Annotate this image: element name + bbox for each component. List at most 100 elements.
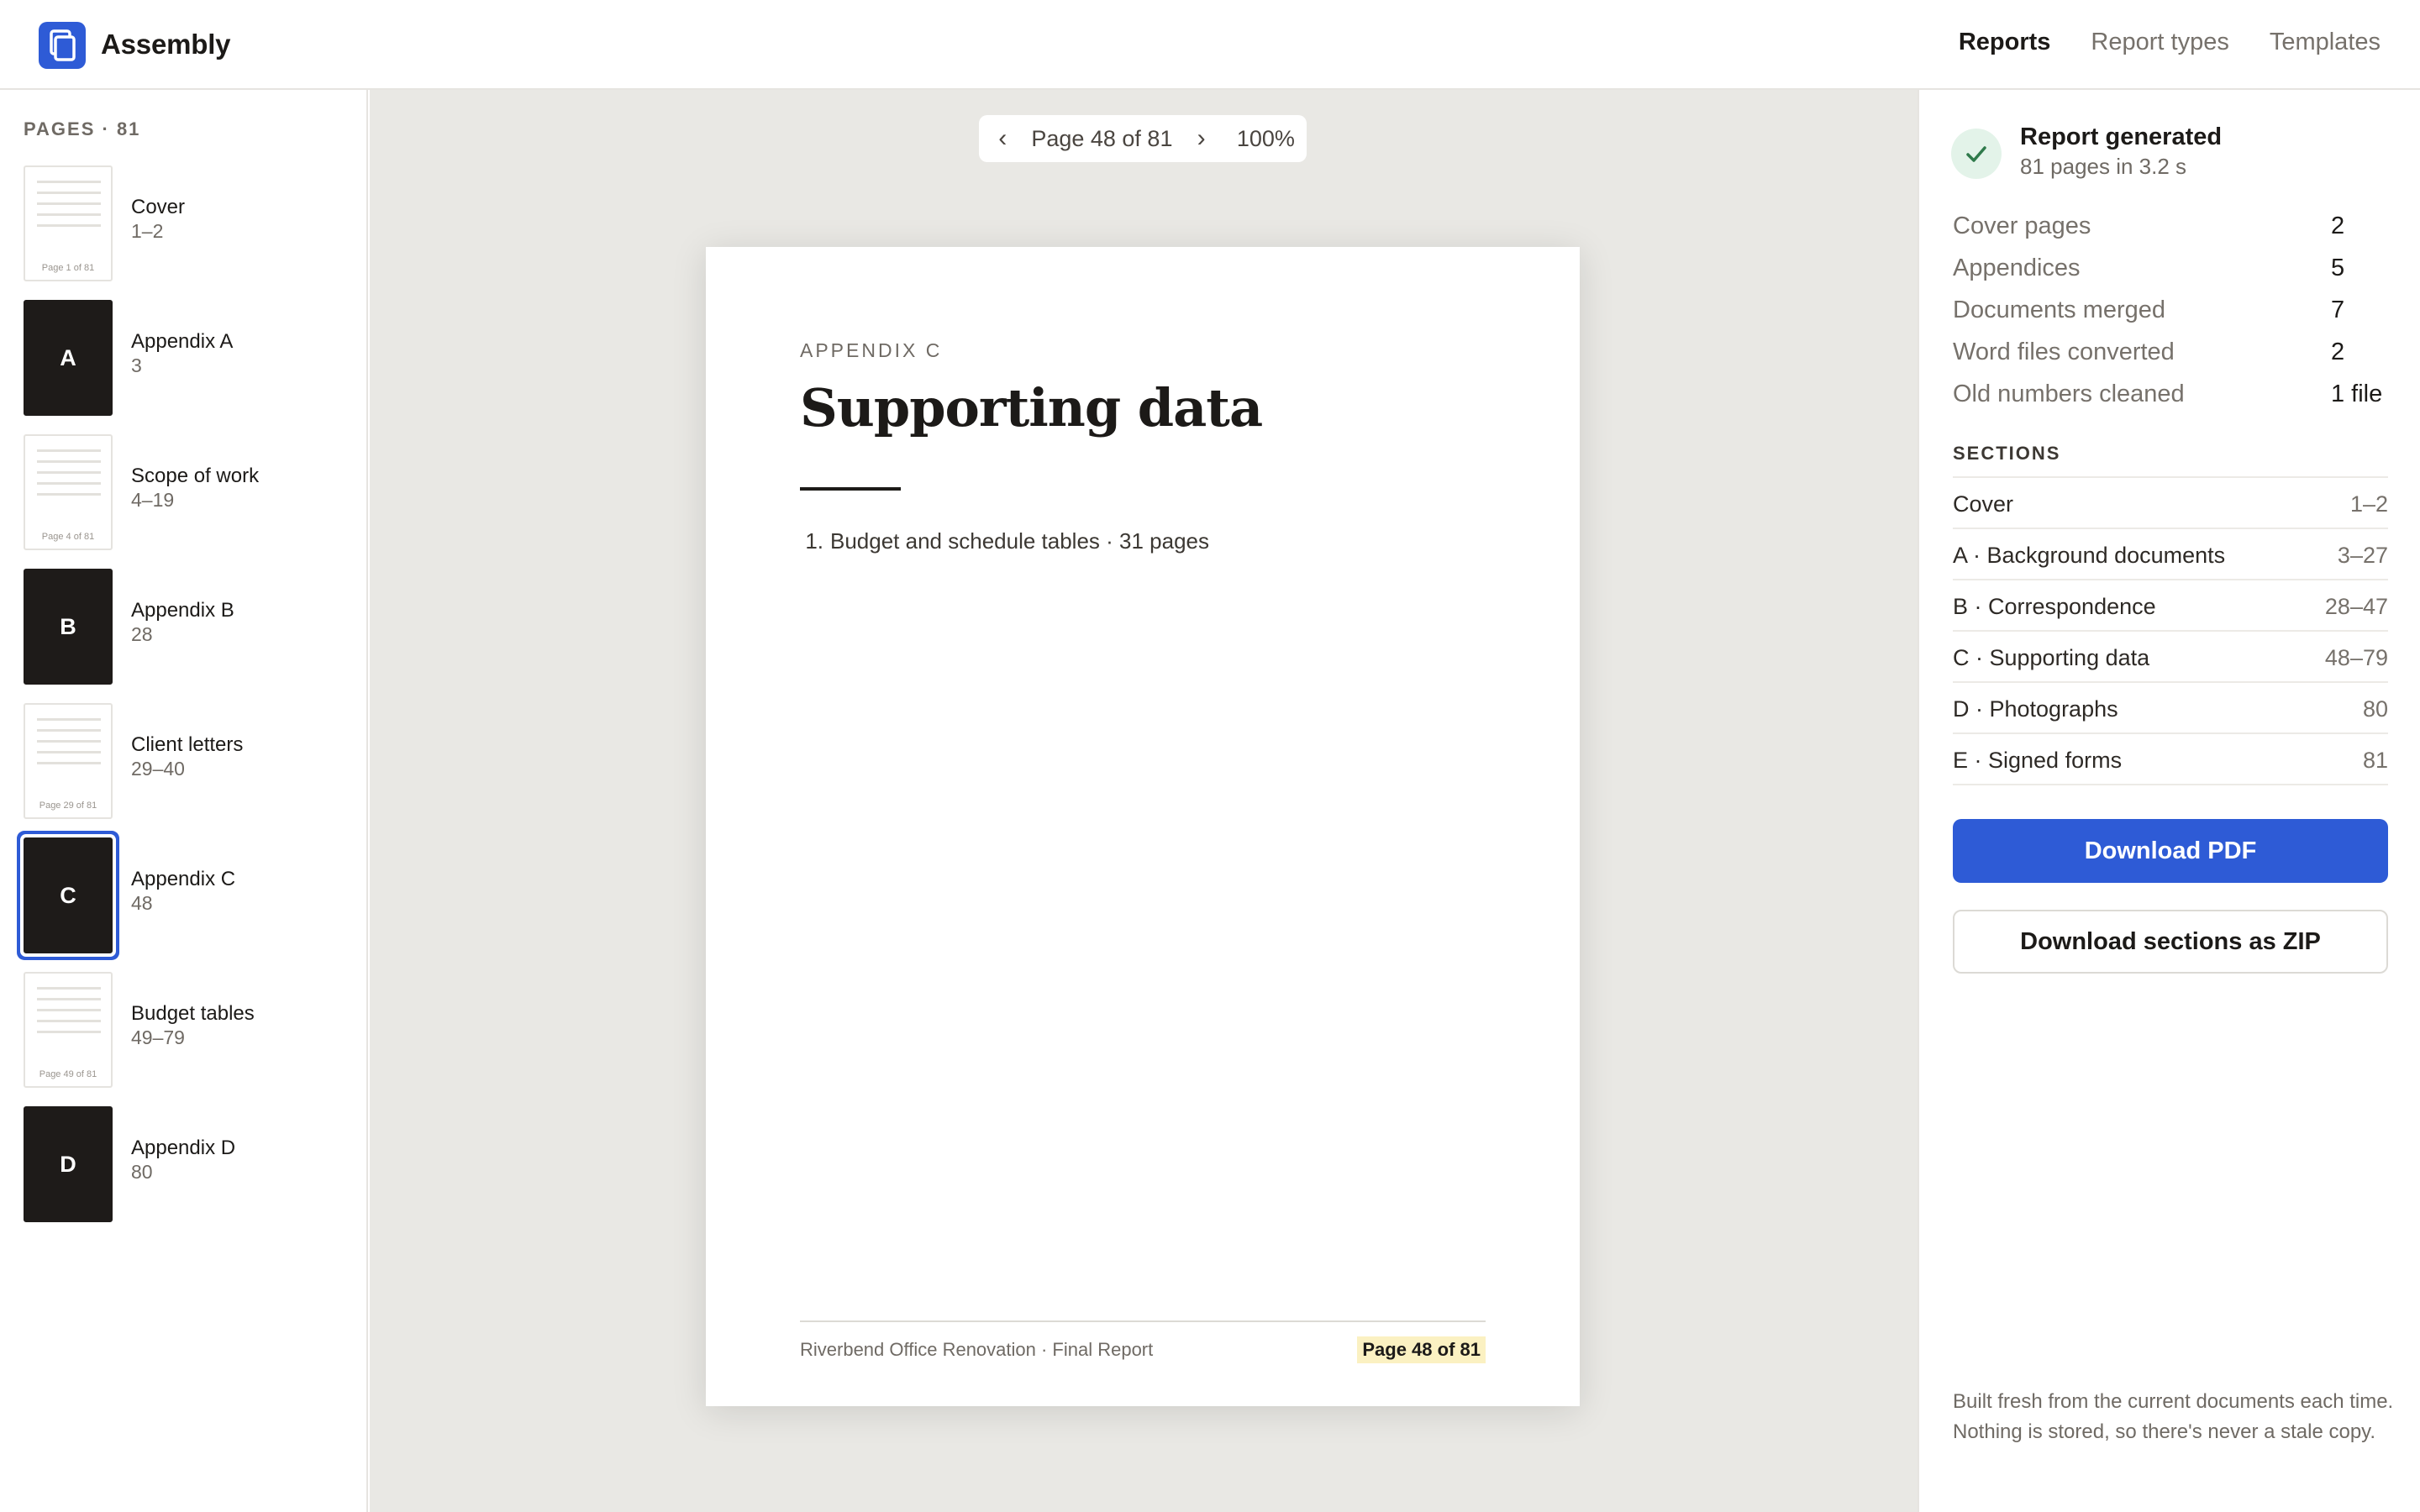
stat-value: 2 [2331, 213, 2345, 239]
thumbnail-item-client-letters[interactable]: Page 29 of 81 Client letters 29–40 [24, 698, 360, 832]
page-thumbnail: Page 1 of 81 [24, 165, 113, 281]
section-name: D · Photographs [1953, 696, 2118, 722]
stat-label: Old numbers cleaned [1953, 381, 2185, 407]
thumbnail-title: Appendix D [131, 1137, 236, 1159]
thumbnail-item-scope-of-work[interactable]: Page 4 of 81 Scope of work 4–19 [24, 429, 360, 564]
section-range: 48–79 [2324, 645, 2388, 670]
zoom-level[interactable]: 100% [1225, 126, 1307, 152]
thumbnail-page-label: Page 1 of 81 [41, 263, 95, 273]
section-name: Cover [1953, 491, 2014, 517]
stat-label: Word files converted [1953, 339, 2175, 365]
list-item: 1. Budget and schedule tables · 31 pages [800, 528, 1209, 554]
stat-row: Documents merged 7 [1953, 290, 2390, 332]
app-name: Assembly [101, 29, 231, 60]
thumbnail-range: 48 [131, 892, 153, 914]
thumbnail-range: 49–79 [131, 1026, 185, 1048]
sections-list: Cover 1–2 A · Background documents 3–27 … [1953, 476, 2388, 785]
sections-heading: SECTIONS [1953, 443, 2061, 464]
nav-reports[interactable]: Reports [1959, 29, 2051, 56]
thumbnail-item-budget-tables[interactable]: Page 49 of 81 Budget tables 49–79 [24, 967, 360, 1101]
page-footer-title: Riverbend Office Renovation · Final Repo… [800, 1339, 1154, 1360]
divider-thumbnail: C [24, 837, 113, 953]
panel-footnote: Built fresh from the current documents e… [1953, 1390, 2394, 1443]
stat-value: 2 [2331, 339, 2345, 365]
stat-row: Word files converted 2 [1953, 332, 2390, 374]
thumbnail-title: Appendix C [131, 868, 236, 890]
chevron-left-icon[interactable]: ‹ [979, 124, 1026, 153]
thumbnail-list: Page 1 of 81 Cover 1–2 A Appendix A 3 Pa… [24, 160, 360, 1236]
section-row-cover[interactable]: Cover 1–2 [1953, 478, 2388, 529]
pages-heading: PAGES · 81 [24, 118, 141, 139]
list-item-text: Budget and schedule tables · 31 pages [830, 528, 1210, 554]
download-zip-button[interactable]: Download sections as ZIP [1953, 910, 2388, 974]
thumbnail-item-cover[interactable]: Page 1 of 81 Cover 1–2 [24, 160, 360, 295]
top-nav: Reports Report types Templates [1959, 29, 2381, 56]
footer-divider [800, 1320, 1486, 1322]
thumbnail-title: Cover [131, 196, 186, 218]
report-stats: Cover pages 2 Appendices 5 Documents mer… [1953, 206, 2390, 416]
thumbnail-range: 28 [131, 623, 153, 645]
thumbnail-title: Client letters [131, 733, 244, 756]
logo-icon[interactable] [39, 22, 86, 69]
thumbnail-title: Appendix A [131, 330, 234, 353]
thumbnail-page-label: Page 49 of 81 [39, 1069, 97, 1079]
thumbnail-range: 4–19 [131, 489, 175, 511]
thumbnail-title: Budget tables [131, 1002, 255, 1025]
thumbnail-item-appendix-c[interactable]: C Appendix C 48 [24, 832, 360, 967]
stat-value: 7 [2331, 297, 2345, 323]
section-row-b[interactable]: B · Correspondence 28–47 [1953, 580, 2388, 632]
thumbnail-item-appendix-b[interactable]: B Appendix B 28 [24, 564, 360, 698]
page-indicator: Page 48 of 81 [1031, 125, 1173, 151]
report-panel: Report generated 81 pages in 3.2 s Cover… [1918, 90, 2420, 1512]
section-range: 81 [2362, 748, 2388, 773]
thumbnail-range: 29–40 [131, 758, 185, 780]
stat-label: Documents merged [1953, 297, 2166, 323]
download-pdf-button[interactable]: Download PDF [1953, 819, 2388, 883]
stat-label: Appendices [1953, 255, 2081, 281]
page-navigator: ‹ Page 48 of 81 › 100% [979, 115, 1307, 162]
section-name: E · Signed forms [1953, 748, 2123, 773]
section-name: C · Supporting data [1953, 645, 2150, 670]
nav-report-types[interactable]: Report types [2091, 29, 2228, 56]
section-range: 3–27 [2337, 543, 2388, 568]
page-thumbnail: Page 49 of 81 [24, 972, 113, 1088]
thumbnail-title: Scope of work [131, 465, 260, 487]
check-icon [1951, 129, 2002, 179]
document-canvas[interactable]: ‹ Page 48 of 81 › 100% APPENDIX C Suppor… [370, 90, 1918, 1512]
nav-templates[interactable]: Templates [2270, 29, 2381, 56]
stat-label: Cover pages [1953, 213, 2091, 239]
contents-list: 1. Budget and schedule tables · 31 pages [800, 528, 1209, 554]
section-row-c[interactable]: C · Supporting data 48–79 [1953, 632, 2388, 683]
document-page: APPENDIX C Supporting data 1. Budget and … [706, 247, 1580, 1406]
section-row-a[interactable]: A · Background documents 3–27 [1953, 529, 2388, 580]
thumbnail-title: Appendix B [131, 599, 234, 622]
list-item-number: 1. [805, 528, 823, 554]
stat-row: Old numbers cleaned 1 file [1953, 374, 2390, 416]
stat-row: Cover pages 2 [1953, 206, 2390, 248]
thumbnail-range: 3 [131, 354, 142, 376]
thumbnail-range: 1–2 [131, 220, 164, 242]
section-range: 1–2 [2349, 491, 2388, 517]
page-sidebar: PAGES · 81 Page 1 of 81 Cover 1–2 A Appe… [0, 90, 368, 1512]
divider-thumbnail: D [24, 1106, 113, 1222]
thumbnail-page-label: Page 29 of 81 [39, 801, 97, 811]
title-underline [800, 487, 901, 491]
page-title: Supporting data [800, 377, 1263, 438]
section-name: A · Background documents [1953, 543, 2226, 568]
chevron-right-icon[interactable]: › [1177, 124, 1224, 153]
section-row-d[interactable]: D · Photographs 80 [1953, 683, 2388, 734]
section-range: 28–47 [2324, 594, 2388, 619]
thumbnail-item-appendix-d[interactable]: D Appendix D 80 [24, 1101, 360, 1236]
page-kicker: APPENDIX C [800, 339, 943, 361]
top-bar: Assembly Reports Report types Templates [0, 0, 2420, 90]
page-thumbnail: Page 29 of 81 [24, 703, 113, 819]
thumbnail-page-label: Page 4 of 81 [41, 532, 95, 542]
section-name: B · Correspondence [1953, 594, 2156, 619]
thumbnail-range: 80 [131, 1161, 153, 1183]
section-row-e[interactable]: E · Signed forms 81 [1953, 734, 2388, 785]
divider-thumbnail: A [24, 300, 113, 416]
stat-row: Appendices 5 [1953, 248, 2390, 290]
page-thumbnail: Page 4 of 81 [24, 434, 113, 550]
thumbnail-item-appendix-a[interactable]: A Appendix A 3 [24, 295, 360, 429]
status-title: Report generated [2020, 123, 2223, 150]
